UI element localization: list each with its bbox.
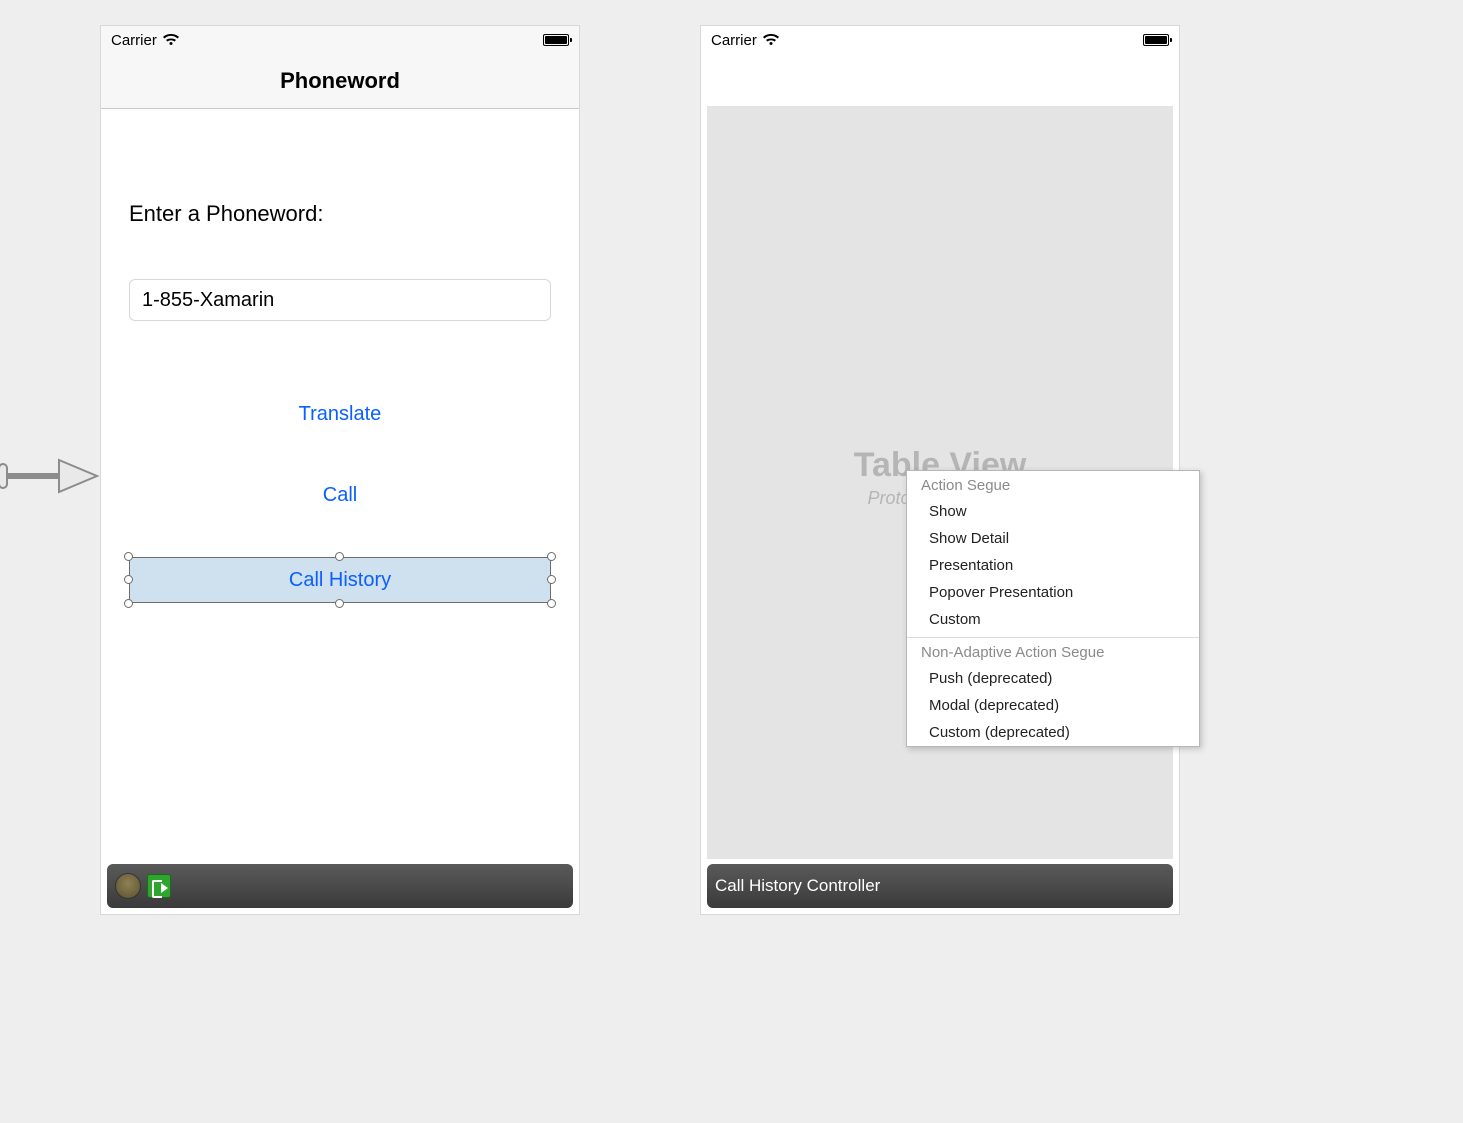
phoneword-input[interactable]: 1-855-Xamarin [129, 279, 551, 321]
resize-handle[interactable] [547, 552, 556, 561]
battery-icon [543, 34, 569, 46]
view-controller-icon[interactable] [115, 873, 141, 899]
status-bar: Carrier [701, 26, 1179, 54]
wifi-icon [163, 34, 179, 46]
resize-handle[interactable] [335, 599, 344, 608]
status-bar: Carrier [101, 26, 579, 54]
storyboard-entry-arrow[interactable] [0, 450, 99, 500]
segue-option-popover-presentation[interactable]: Popover Presentation [907, 579, 1199, 606]
segue-option-show[interactable]: Show [907, 498, 1199, 525]
resize-handle[interactable] [124, 575, 133, 584]
call-history-button[interactable]: Call History [129, 557, 551, 603]
resize-handle[interactable] [335, 552, 344, 561]
scene-dock[interactable]: Call History Controller [707, 864, 1173, 908]
menu-section-non-adaptive: Non-Adaptive Action Segue [907, 638, 1199, 665]
enter-phoneword-label: Enter a Phoneword: [129, 201, 551, 227]
segue-option-custom[interactable]: Custom [907, 606, 1199, 633]
wifi-icon [763, 34, 779, 46]
translate-button[interactable]: Translate [129, 403, 551, 426]
carrier-label: Carrier [111, 32, 157, 49]
segue-option-presentation[interactable]: Presentation [907, 552, 1199, 579]
segue-option-custom-deprecated[interactable]: Custom (deprecated) [907, 719, 1199, 746]
call-history-button-selection[interactable]: Call History [129, 557, 551, 603]
nav-title: Phoneword [280, 68, 400, 94]
resize-handle[interactable] [124, 599, 133, 608]
segue-option-modal-deprecated[interactable]: Modal (deprecated) [907, 692, 1199, 719]
resize-handle[interactable] [547, 575, 556, 584]
segue-option-push-deprecated[interactable]: Push (deprecated) [907, 665, 1199, 692]
phoneword-input-value: 1-855-Xamarin [142, 289, 274, 312]
resize-handle[interactable] [547, 599, 556, 608]
controller-label: Call History Controller [715, 876, 880, 896]
call-button[interactable]: Call [129, 484, 551, 507]
exit-icon[interactable] [147, 874, 171, 898]
segue-context-menu: Action Segue Show Show Detail Presentati… [906, 470, 1200, 747]
navigation-bar: Phoneword [101, 54, 579, 109]
scene-dock[interactable] [107, 864, 573, 908]
segue-option-show-detail[interactable]: Show Detail [907, 525, 1199, 552]
carrier-label: Carrier [711, 32, 757, 49]
menu-section-action-segue: Action Segue [907, 471, 1199, 498]
resize-handle[interactable] [124, 552, 133, 561]
phoneword-view-controller: Carrier Phoneword Enter a Phoneword: 1-8… [100, 25, 580, 915]
battery-icon [1143, 34, 1169, 46]
